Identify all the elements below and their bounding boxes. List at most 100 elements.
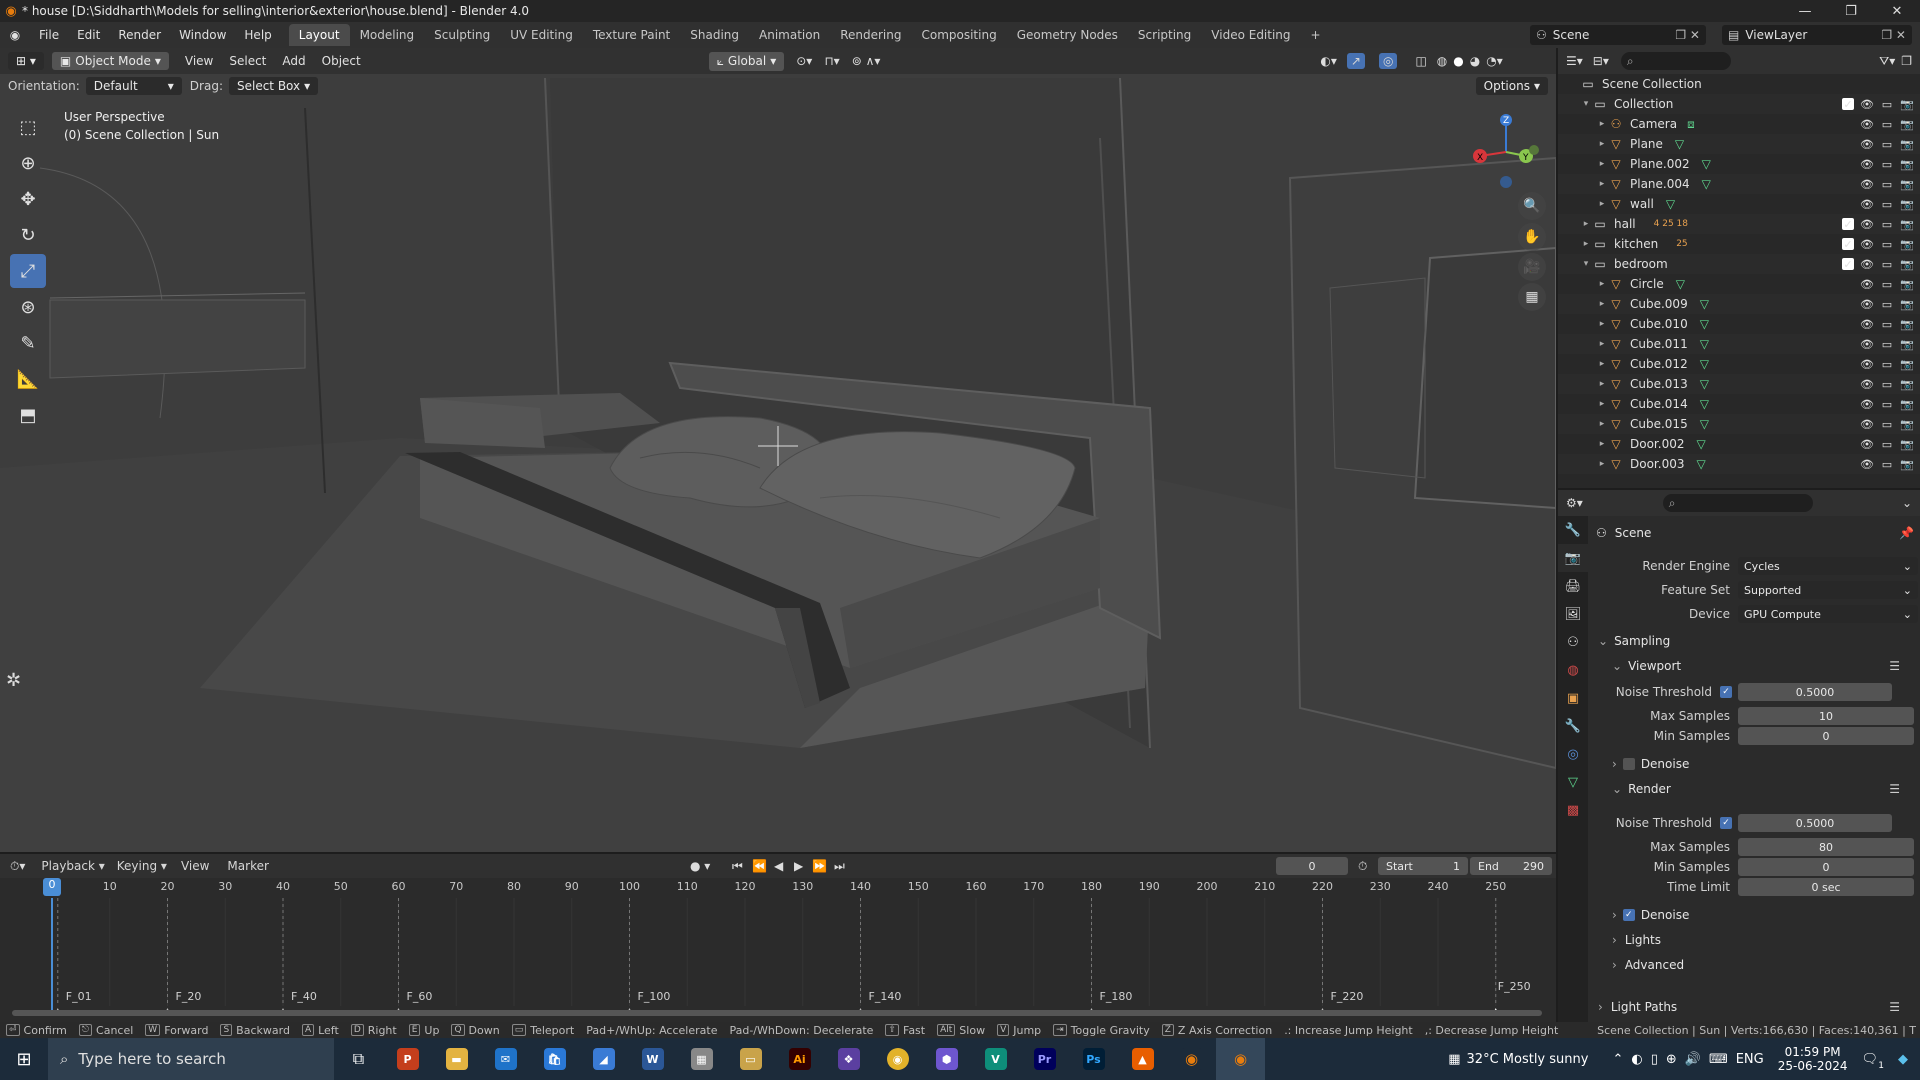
viewlayer-selector[interactable]: ▤ ViewLayer ❐ ✕ (1722, 25, 1912, 45)
stopwatch-icon[interactable]: ⏱ (1358, 859, 1367, 874)
viewport-disable-icon[interactable]: ▭ (1880, 238, 1894, 251)
tray-expand-icon[interactable]: ⌃ (1612, 1052, 1623, 1067)
collapsed-arrow-icon[interactable]: ▸ (1596, 299, 1608, 309)
render-camera-icon[interactable]: 📷 (1900, 398, 1914, 411)
pivot-icon[interactable]: ⊙▾ (796, 54, 812, 68)
expanded-arrow-icon[interactable]: ▾ (1580, 99, 1592, 109)
clock[interactable]: 01:59 PM 25-06-2024 (1778, 1045, 1848, 1073)
blender-taskbar-icon[interactable]: ◉ (1167, 1038, 1216, 1080)
exclude-checkbox[interactable]: ✓ (1842, 98, 1854, 111)
render-camera-icon[interactable]: 📷 (1900, 138, 1914, 151)
editor-type-icon[interactable]: ☰▾ (1566, 54, 1583, 68)
eye-icon[interactable]: 👁 (1860, 358, 1874, 371)
scale-tool-icon[interactable]: ⤢ (10, 254, 46, 288)
weather-text[interactable]: 32°C Mostly sunny (1467, 1052, 1589, 1067)
outliner-row[interactable]: ▸ ▽ Cube.014 ▽ 👁 ▭ 📷 (1558, 394, 1920, 414)
outliner-row[interactable]: ▸ ▽ Cube.015 ▽ 👁 ▭ 📷 (1558, 414, 1920, 434)
tab-modeling[interactable]: Modeling (350, 24, 425, 46)
modifier-tab-icon[interactable]: 🔧 (1558, 712, 1588, 740)
photoshop-icon[interactable]: Ps (1069, 1038, 1118, 1080)
tab-shading[interactable]: Shading (680, 24, 749, 46)
network-icon[interactable]: ⊕ (1666, 1052, 1677, 1067)
device-dropdown[interactable]: GPU Compute ⌄ (1738, 605, 1918, 623)
outliner-row[interactable]: ▸ ▭ hall 4 25 18 ✓ 👁 ▭ 📷 (1558, 214, 1920, 234)
gizmo-toggle-icon[interactable]: ↗ (1346, 53, 1365, 69)
shading-material-icon[interactable]: ◕ (1470, 54, 1480, 68)
xray-icon[interactable]: ◫ (1415, 54, 1426, 68)
render-camera-icon[interactable]: 📷 (1900, 378, 1914, 391)
eye-icon[interactable]: 👁 (1860, 298, 1874, 311)
timeline-marker[interactable]: F_250 (1498, 980, 1531, 993)
transform-tool-icon[interactable]: ⊛ (10, 290, 46, 324)
viewport-disable-icon[interactable]: ▭ (1880, 298, 1894, 311)
collapsed-arrow-icon[interactable]: ▸ (1596, 159, 1608, 169)
viewport-disable-icon[interactable]: ▭ (1880, 118, 1894, 131)
tab-animation[interactable]: Animation (749, 24, 830, 46)
weather-icon[interactable]: ▦ (1448, 1052, 1460, 1067)
outliner-row-scene-collection[interactable]: ▭ Scene Collection (1558, 74, 1920, 94)
mesh-data-icon[interactable]: ▽ (1700, 297, 1709, 311)
world-tab-icon[interactable]: ◍ (1558, 656, 1588, 684)
child-count-badges[interactable]: 25 (1676, 239, 1687, 249)
jump-end-icon[interactable]: ⏭ (834, 859, 845, 874)
blender-active-taskbar-icon[interactable]: ◉ (1216, 1038, 1265, 1080)
tab-sculpting[interactable]: Sculpting (424, 24, 500, 46)
app-gray-icon[interactable]: ▦ (677, 1038, 726, 1080)
eye-icon[interactable]: 👁 (1860, 198, 1874, 211)
feature-set-dropdown[interactable]: Supported ⌄ (1738, 581, 1918, 599)
exclude-checkbox[interactable]: ✓ (1842, 238, 1854, 251)
r-min-samples-field[interactable]: 0 (1738, 858, 1914, 876)
editor-type-icon[interactable]: ⚙▾ (1566, 496, 1583, 510)
task-view-icon[interactable]: ⧉ (334, 1038, 383, 1080)
volume-icon[interactable]: 🔊 (1685, 1052, 1701, 1067)
options-dropdown[interactable]: Options ▾ (1475, 77, 1548, 95)
shading-solid-icon[interactable]: ● (1453, 54, 1463, 68)
menu-window[interactable]: Window (170, 28, 235, 42)
render-camera-icon[interactable]: 📷 (1900, 118, 1914, 131)
eye-icon[interactable]: 👁 (1860, 178, 1874, 191)
eye-icon[interactable]: 👁 (1860, 118, 1874, 131)
new-viewlayer-icon[interactable]: ❐ ✕ (1881, 28, 1906, 42)
eye-icon[interactable]: 👁 (1860, 138, 1874, 151)
copilot-icon[interactable]: ◆ (1898, 1052, 1908, 1067)
collapsed-arrow-icon[interactable]: ▸ (1596, 459, 1608, 469)
render-subpanel-header[interactable]: ⌄ Render ☰ (1588, 778, 1920, 800)
add-cube-tool-icon[interactable]: ⬒ (10, 398, 46, 432)
render-camera-icon[interactable]: 📷 (1900, 318, 1914, 331)
camera-view-icon[interactable]: 🎥 (1518, 253, 1546, 281)
3d-viewport[interactable]: ⊞ ▾ ▣ Object Mode ▾ View Select Add Obje… (0, 48, 1556, 852)
notification-icon[interactable]: 🗨 1 (1861, 1052, 1884, 1071)
mesh-data-icon[interactable]: ▽ (1676, 277, 1685, 291)
outliner-row[interactable]: ▸ ▽ Door.002 ▽ 👁 ▭ 📷 (1558, 434, 1920, 454)
editor-type-icon[interactable]: ⏱▾ (10, 859, 25, 874)
chevron-down-icon[interactable]: ⌄ (1902, 496, 1912, 510)
timeline-ruler[interactable]: 0 10 20 30 40 50 60 70 80 90 100 110 120 130 140 150 160… (0, 878, 1556, 896)
tab-rendering[interactable]: Rendering (830, 24, 911, 46)
current-frame-field[interactable]: 0 (1276, 857, 1348, 875)
physics-tab-icon[interactable]: ◎ (1558, 740, 1588, 768)
collapsed-arrow-icon[interactable]: ▸ (1596, 279, 1608, 289)
filter-icon[interactable]: ⛛▾ (1879, 54, 1895, 69)
display-mode-icon[interactable]: ⊟▾ (1593, 54, 1609, 68)
collapsed-arrow-icon[interactable]: ▸ (1596, 439, 1608, 449)
blender-menu-icon[interactable]: ◉ (0, 28, 30, 42)
render-tab-icon[interactable]: 📷 (1558, 544, 1588, 572)
r-denoise-subpanel[interactable]: › ✓ Denoise (1588, 904, 1920, 926)
tab-compositing[interactable]: Compositing (911, 24, 1006, 46)
menu-help[interactable]: Help (235, 28, 280, 42)
app-swirl-icon[interactable]: ❖ (824, 1038, 873, 1080)
timeline-marker[interactable]: F_40 (291, 990, 317, 1003)
mesh-data-icon[interactable]: ▽ (1702, 177, 1711, 191)
render-camera-icon[interactable]: 📷 (1900, 278, 1914, 291)
move-tool-icon[interactable]: ✥ (10, 182, 46, 216)
render-camera-icon[interactable]: 📷 (1900, 418, 1914, 431)
light-paths-panel[interactable]: › Light Paths ☰ (1588, 996, 1920, 1018)
scene-tab-icon[interactable]: ⚇ (1558, 628, 1588, 656)
vectorizer-icon[interactable]: V (971, 1038, 1020, 1080)
mesh-data-icon[interactable]: ▽ (1700, 397, 1709, 411)
eye-icon[interactable]: 👁 (1860, 378, 1874, 391)
timeline-area[interactable] (0, 898, 1556, 1022)
add-workspace-icon[interactable]: + (1301, 24, 1331, 46)
viewport-disable-icon[interactable]: ▭ (1880, 258, 1894, 271)
new-scene-icon[interactable]: ❐ ✕ (1675, 28, 1700, 42)
